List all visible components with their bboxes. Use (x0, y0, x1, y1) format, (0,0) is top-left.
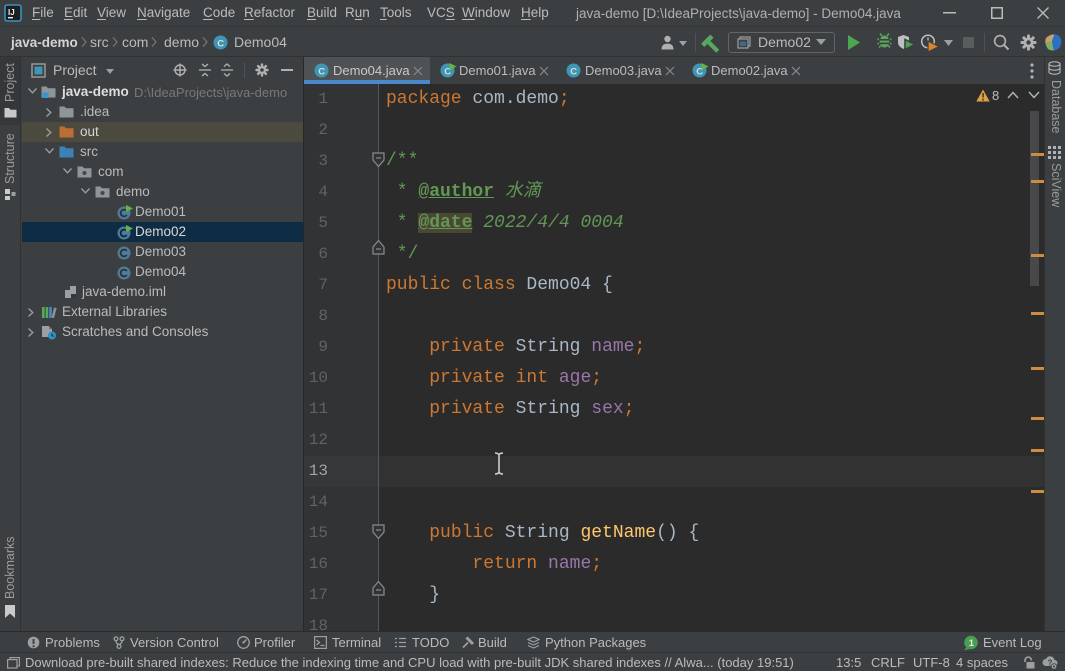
svg-text:IJ: IJ (8, 8, 15, 17)
svg-text:1: 1 (969, 638, 975, 649)
svg-text:C: C (570, 66, 577, 77)
svg-text:C: C (318, 66, 325, 77)
svg-text:C: C (217, 39, 224, 50)
